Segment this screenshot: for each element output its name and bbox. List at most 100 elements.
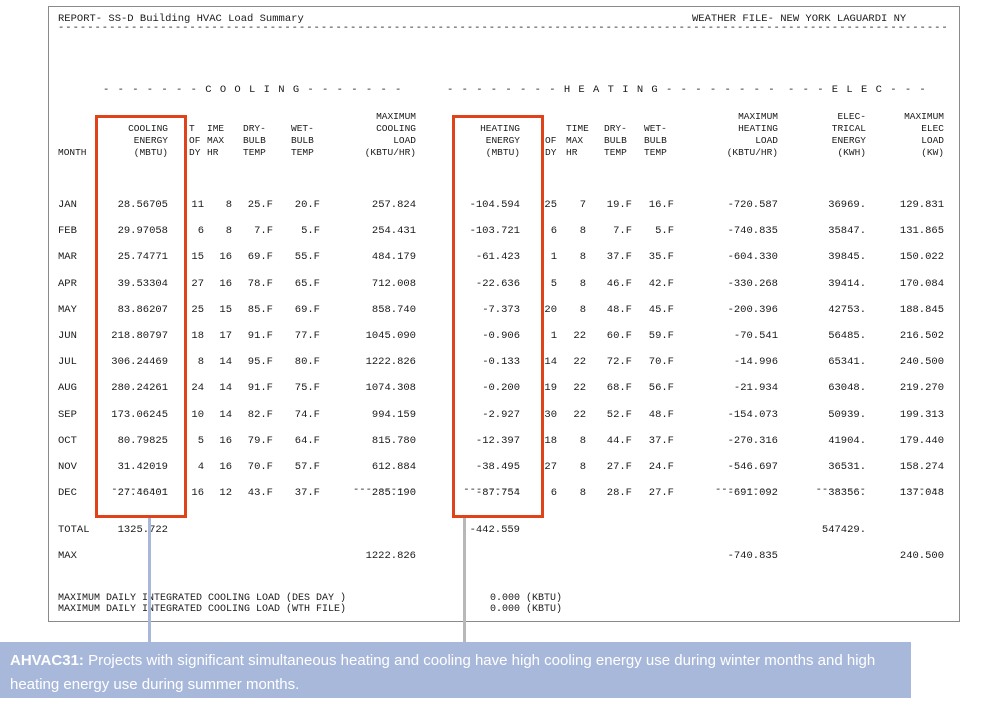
elec-group-label: - - - E L E C - - - bbox=[788, 84, 927, 96]
cell-chr: 14 bbox=[219, 356, 232, 369]
cell-ee: 41904. bbox=[828, 434, 866, 447]
cell-cdb: 79.F bbox=[247, 434, 273, 447]
cell-cwb: 37.F bbox=[294, 487, 320, 500]
cell-hmax: -270.316 bbox=[727, 434, 778, 447]
max-cooling-load-header: MAXIMUM COOLING LOAD (KBTU/HR) bbox=[364, 111, 416, 158]
cooling-time-hr-header: IME MAX HR bbox=[207, 123, 225, 158]
cell-hmax: -14.996 bbox=[733, 356, 778, 369]
max-heating-rule: ---------- bbox=[714, 484, 778, 496]
cell-month: FEB bbox=[58, 225, 77, 238]
cell-ee: 36531. bbox=[828, 461, 866, 473]
cell-hwb: 16.F bbox=[648, 199, 674, 211]
cell-hhr: 22 bbox=[573, 330, 586, 342]
cooling-time-dy-header: T OF DY bbox=[189, 123, 201, 158]
cell-ee: 42753. bbox=[828, 303, 866, 316]
cell-cmax: 612.884 bbox=[371, 461, 416, 473]
daily-wth-file-unit: (KBTU) bbox=[526, 604, 563, 615]
cell-em: 240.500 bbox=[899, 356, 944, 369]
heating-time-dy-header: OF DY bbox=[545, 135, 557, 158]
cell-cmax: 1222.826 bbox=[365, 356, 416, 369]
cell-hmax: -720.587 bbox=[727, 199, 778, 211]
max-cooling-rule: ---------- bbox=[352, 484, 416, 496]
cell-em: 129.831 bbox=[899, 199, 944, 211]
max-elec-rule: ------- bbox=[899, 484, 944, 496]
cell-cdb: 7.F bbox=[254, 225, 273, 238]
cell-hdb: 7.F bbox=[613, 225, 632, 238]
cell-em: 219.270 bbox=[899, 382, 944, 395]
cell-cwb: 69.F bbox=[294, 303, 320, 316]
cell-em: 179.440 bbox=[899, 434, 944, 447]
cell-hwb: 45.F bbox=[648, 303, 674, 316]
cell-hmax: -330.268 bbox=[727, 277, 778, 290]
daily-des-day-value: 0.000 bbox=[489, 593, 520, 604]
cell-hhr: 8 bbox=[579, 277, 586, 290]
cell-chr: 16 bbox=[219, 461, 232, 473]
cell-hmax: -21.934 bbox=[733, 382, 778, 395]
cell-ee: 35847. bbox=[828, 225, 866, 238]
cell-hmax: -70.541 bbox=[733, 330, 778, 342]
cooling-pointer-line bbox=[148, 518, 151, 642]
heating-group-label: - - - - - - - - H E A T I N G - - - - - … bbox=[447, 84, 776, 96]
cell-cmax: 712.008 bbox=[371, 277, 416, 290]
cooling-dry-bulb-header: DRY- BULB TEMP bbox=[243, 123, 266, 158]
cell-em: 216.502 bbox=[899, 330, 944, 342]
daily-des-day-label: MAXIMUM DAILY INTEGRATED COOLING LOAD (D… bbox=[58, 593, 347, 604]
cell-em: 170.084 bbox=[899, 277, 944, 290]
cell-cdb: 25.F bbox=[247, 199, 273, 211]
cell-cdb: 95.F bbox=[247, 356, 273, 369]
heating-time-hr-header: TIME MAX HR bbox=[566, 123, 589, 158]
annotation-code: AHVAC31: bbox=[10, 652, 84, 669]
annotation-callout: AHVAC31: Projects with significant simul… bbox=[0, 642, 911, 698]
cell-cwb: 55.F bbox=[294, 251, 320, 264]
cell-chr: 15 bbox=[219, 303, 232, 316]
cell-cdb: 78.F bbox=[247, 277, 273, 290]
cell-hwb: 35.F bbox=[648, 251, 674, 264]
total-cooling-energy: 1325.722 bbox=[117, 524, 168, 536]
cell-hhr: 22 bbox=[573, 382, 586, 395]
cell-month: JAN bbox=[58, 199, 77, 211]
cell-chr: 14 bbox=[219, 382, 232, 395]
cell-hdb: 19.F bbox=[606, 199, 632, 211]
cell-cwb: 57.F bbox=[294, 461, 320, 473]
daily-wth-file-label: MAXIMUM DAILY INTEGRATED COOLING LOAD (W… bbox=[58, 604, 347, 615]
cell-hdb: 44.F bbox=[606, 434, 632, 447]
cell-hdb: 46.F bbox=[606, 277, 632, 290]
electrical-energy-header: ELEC- TRICAL ENERGY (KWH) bbox=[831, 111, 866, 158]
cell-chr: 17 bbox=[219, 330, 232, 342]
max-heating-load-value: -740.835 bbox=[727, 550, 778, 562]
cell-cdb: 91.F bbox=[247, 330, 273, 342]
cell-cmax: 858.740 bbox=[371, 303, 416, 316]
cell-cmax: 1074.308 bbox=[365, 382, 416, 395]
cell-ee: 56485. bbox=[828, 330, 866, 342]
cell-ee: 65341. bbox=[828, 356, 866, 369]
cell-hdb: 48.F bbox=[606, 303, 632, 316]
cell-month: MAY bbox=[58, 303, 77, 316]
cell-month: OCT bbox=[58, 434, 77, 447]
cell-hdb: 60.F bbox=[606, 330, 632, 342]
cell-hhr: 8 bbox=[579, 225, 586, 238]
cell-cwb: 20.F bbox=[294, 199, 320, 211]
total-label: TOTAL bbox=[58, 524, 90, 536]
cell-ee: 36969. bbox=[828, 199, 866, 211]
cell-hwb: 27.F bbox=[648, 487, 674, 500]
heating-wet-bulb-header: WET- BULB TEMP bbox=[644, 123, 667, 158]
cell-chr: 8 bbox=[225, 199, 232, 211]
total-electrical-energy: 547429. bbox=[821, 524, 866, 536]
cell-hhr: 8 bbox=[579, 251, 586, 264]
cell-hdb: 52.F bbox=[606, 408, 632, 421]
cell-ee: 39414. bbox=[828, 277, 866, 290]
cell-month: SEP bbox=[58, 408, 77, 421]
cell-cwb: 77.F bbox=[294, 330, 320, 342]
cell-hhr: 8 bbox=[579, 487, 586, 500]
cooling-energy-highlight-box bbox=[95, 115, 187, 518]
cell-cdb: 43.F bbox=[247, 487, 273, 500]
cell-em: 131.865 bbox=[899, 225, 944, 238]
electrical-energy-rule: -------- bbox=[815, 484, 866, 496]
cell-em: 199.313 bbox=[899, 408, 944, 421]
cell-cwb: 64.F bbox=[294, 434, 320, 447]
cell-month: JUN bbox=[58, 330, 77, 342]
annotation-text: Projects with significant simultaneous h… bbox=[10, 652, 876, 693]
cell-hwb: 70.F bbox=[648, 356, 674, 369]
heating-dry-bulb-header: DRY- BULB TEMP bbox=[604, 123, 627, 158]
cell-cwb: 80.F bbox=[294, 356, 320, 369]
